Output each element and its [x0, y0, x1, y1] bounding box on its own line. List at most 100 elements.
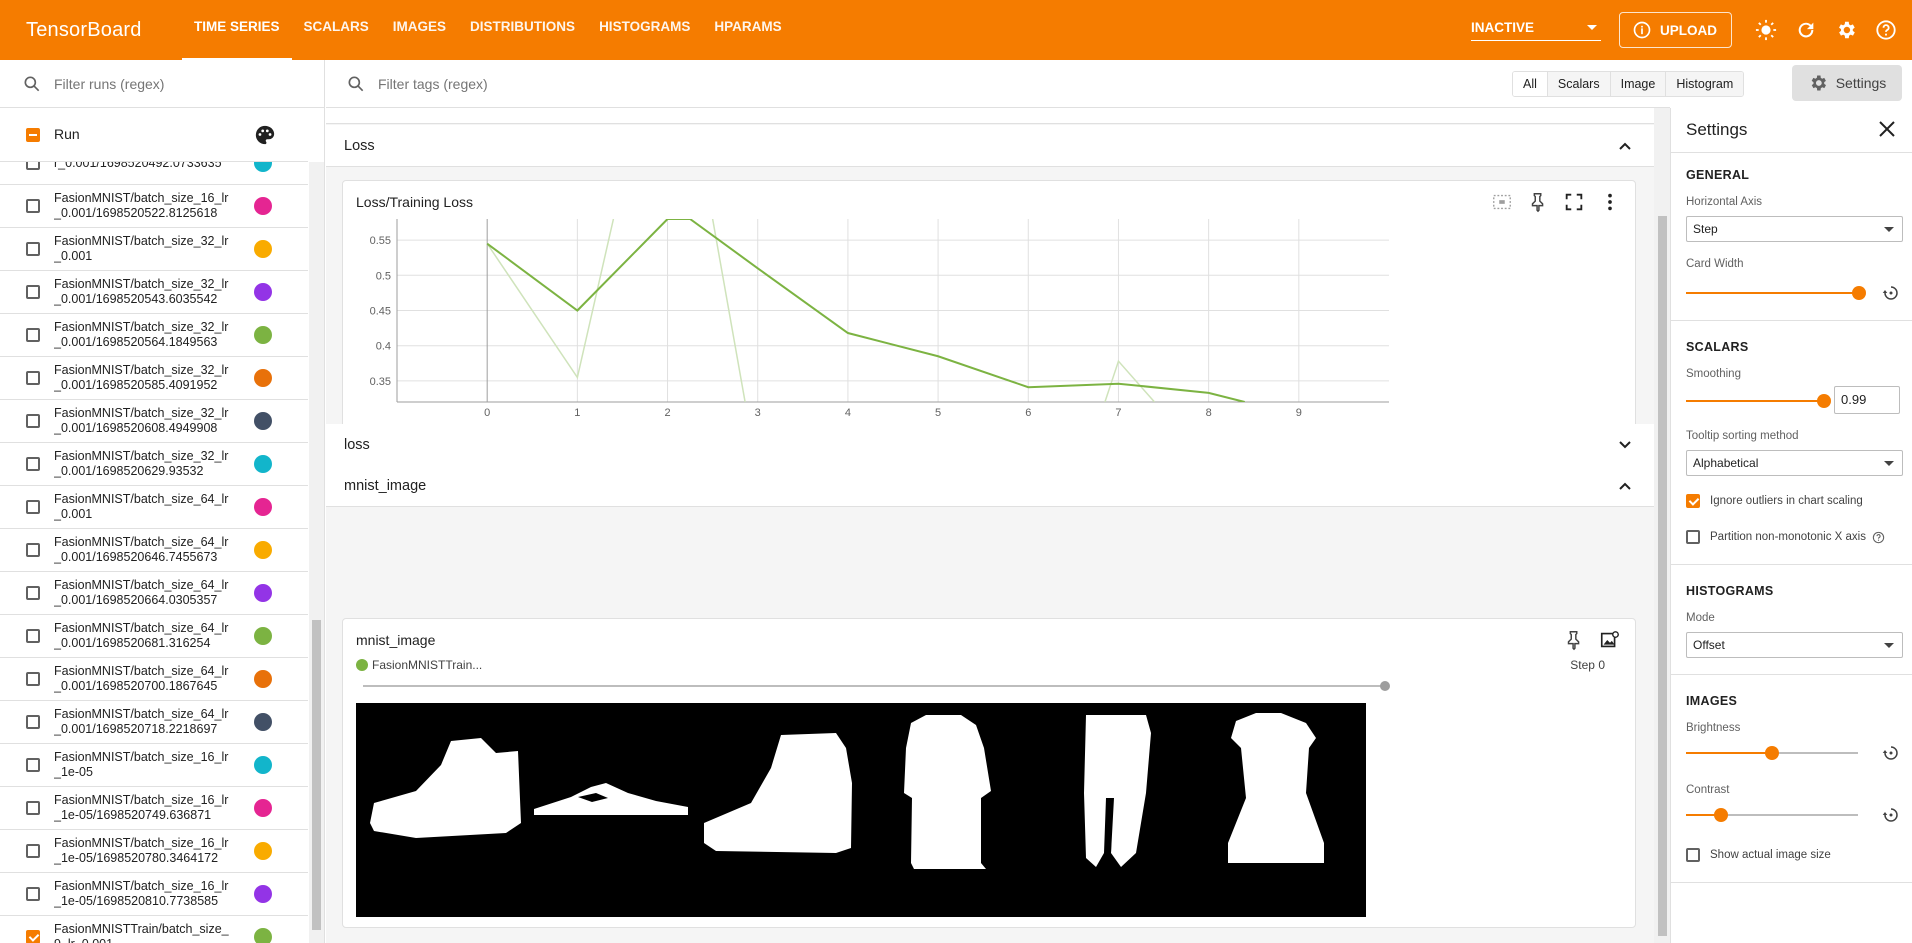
runs-filter[interactable]: Filter runs (regex)	[0, 60, 324, 108]
run-color-swatch[interactable]	[254, 283, 272, 301]
tab-images[interactable]: IMAGES	[381, 0, 458, 60]
slider-knob[interactable]	[1852, 286, 1866, 300]
run-color-swatch[interactable]	[254, 670, 272, 688]
filter-image-button[interactable]: Image	[1609, 72, 1666, 96]
group-header-loss[interactable]: Loss	[326, 125, 1654, 167]
run-row[interactable]: FasionMNIST/batch_size_32_lr_0.001/16985…	[0, 443, 308, 486]
filter-histogram-button[interactable]: Histogram	[1665, 72, 1744, 96]
run-checkbox[interactable]	[26, 672, 40, 686]
checkbox-box[interactable]	[1686, 494, 1700, 508]
run-color-swatch[interactable]	[254, 162, 272, 172]
main-scrollbar-thumb[interactable]	[1658, 216, 1667, 936]
ignore-outliers-checkbox[interactable]: Ignore outliers in chart scaling	[1686, 494, 1863, 508]
run-color-swatch[interactable]	[254, 369, 272, 387]
group-header-loss-lower[interactable]: loss	[326, 424, 1654, 466]
plugin-status-select[interactable]: INACTIVE	[1471, 20, 1601, 41]
run-row[interactable]: FasionMNIST/batch_size_32_lr_0.001/16985…	[0, 314, 308, 357]
close-icon[interactable]	[1878, 120, 1896, 138]
horizontal-axis-select[interactable]: Step	[1686, 216, 1903, 242]
run-color-swatch[interactable]	[254, 627, 272, 645]
run-row[interactable]: FasionMNIST/batch_size_16_lr_1e-05/16985…	[0, 787, 308, 830]
runs-scrollbar-thumb[interactable]	[312, 620, 321, 930]
run-color-swatch[interactable]	[254, 799, 272, 817]
loss-line-chart[interactable]: 0.35 0.4 0.45 0.5 0.55 0 1 2 3 4 5 6 7 8 9	[343, 219, 1637, 449]
run-row[interactable]: FasionMNIST/batch_size_16_lr_1e-05/16985…	[0, 830, 308, 873]
slider-knob[interactable]	[1714, 808, 1728, 822]
run-checkbox[interactable]	[26, 801, 40, 815]
run-color-swatch[interactable]	[254, 713, 272, 731]
run-row[interactable]: FasionMNIST/batch_size_64_lr_0.001/16985…	[0, 615, 308, 658]
run-color-swatch[interactable]	[254, 197, 272, 215]
fit-domain-icon[interactable]	[1491, 191, 1513, 213]
tags-filter-input[interactable]: Filter tags (regex)	[378, 76, 488, 92]
runs-scrollbar[interactable]	[309, 162, 324, 943]
pin-icon[interactable]	[1563, 629, 1585, 651]
run-row[interactable]: FasionMNIST/batch_size_16_lr_0.001/16985…	[0, 185, 308, 228]
run-color-swatch[interactable]	[254, 326, 272, 344]
run-color-swatch[interactable]	[254, 928, 272, 943]
run-row[interactable]: FasionMNIST/batch_size_64_lr_0.001/16985…	[0, 529, 308, 572]
tooltip-sort-select[interactable]: Alphabetical	[1686, 450, 1903, 476]
actual-size-checkbox[interactable]: Show actual image size	[1686, 848, 1831, 862]
checkbox-box[interactable]	[1686, 848, 1700, 862]
group-header-mnist[interactable]: mnist_image	[326, 465, 1654, 507]
settings-gear-button[interactable]	[1826, 10, 1866, 50]
smoothing-input[interactable]: 0.99	[1834, 386, 1900, 414]
run-color-swatch[interactable]	[254, 885, 272, 903]
run-row[interactable]: FasionMNIST/batch_size_64_lr_0.001	[0, 486, 308, 529]
run-checkbox[interactable]	[26, 543, 40, 557]
run-checkbox[interactable]	[26, 285, 40, 299]
tab-hparams[interactable]: HPARAMS	[702, 0, 793, 60]
run-checkbox[interactable]	[26, 930, 40, 943]
run-checkbox[interactable]	[26, 328, 40, 342]
tab-time-series[interactable]: TIME SERIES	[182, 0, 292, 60]
run-color-swatch[interactable]	[254, 498, 272, 516]
run-row[interactable]: r_0.001/1698520492.0733635	[0, 162, 308, 185]
contrast-slider[interactable]	[1686, 808, 1858, 822]
run-color-swatch[interactable]	[254, 756, 272, 774]
reset-icon[interactable]	[1882, 284, 1900, 302]
theme-toggle-button[interactable]	[1746, 10, 1786, 50]
run-color-swatch[interactable]	[254, 455, 272, 473]
run-checkbox[interactable]	[26, 887, 40, 901]
histogram-mode-select[interactable]: Offset	[1686, 632, 1903, 658]
smoothing-slider[interactable]	[1686, 394, 1831, 408]
runs-filter-input[interactable]: Filter runs (regex)	[54, 76, 164, 92]
run-checkbox[interactable]	[26, 500, 40, 514]
reset-icon[interactable]	[1882, 806, 1900, 824]
settings-toggle-button[interactable]: Settings	[1792, 65, 1902, 101]
run-color-swatch[interactable]	[254, 584, 272, 602]
slider-knob[interactable]	[1817, 394, 1831, 408]
run-color-swatch[interactable]	[254, 842, 272, 860]
reset-icon[interactable]	[1882, 744, 1900, 762]
run-checkbox[interactable]	[26, 199, 40, 213]
run-row[interactable]: FasionMNIST/batch_size_64_lr_0.001/16985…	[0, 701, 308, 744]
run-row[interactable]: FasionMNIST/batch_size_32_lr_0.001/16985…	[0, 271, 308, 314]
filter-scalars-button[interactable]: Scalars	[1546, 72, 1610, 96]
pin-icon[interactable]	[1527, 191, 1549, 213]
tab-scalars[interactable]: SCALARS	[292, 0, 381, 60]
run-checkbox[interactable]	[26, 414, 40, 428]
main-scrollbar[interactable]	[1654, 108, 1670, 943]
palette-icon[interactable]	[254, 124, 276, 146]
run-checkbox[interactable]	[26, 844, 40, 858]
run-row[interactable]: FasionMNIST/batch_size_64_lr_0.001/16985…	[0, 572, 308, 615]
fullscreen-icon[interactable]	[1563, 191, 1585, 213]
run-row[interactable]: FasionMNIST/batch_size_16_lr_1e-05	[0, 744, 308, 787]
brightness-slider[interactable]	[1686, 746, 1858, 760]
run-checkbox[interactable]	[26, 758, 40, 772]
run-color-swatch[interactable]	[254, 240, 272, 258]
mnist-image-grid[interactable]	[356, 703, 1366, 917]
step-slider[interactable]	[363, 681, 1390, 691]
help-icon[interactable]	[1872, 531, 1885, 544]
select-all-checkbox[interactable]	[26, 127, 40, 142]
filter-all-button[interactable]: All	[1513, 72, 1547, 96]
run-row[interactable]: FasionMNIST/batch_size_64_lr_0.001/16985…	[0, 658, 308, 701]
run-checkbox[interactable]	[26, 371, 40, 385]
run-checkbox[interactable]	[26, 629, 40, 643]
run-row[interactable]: FasionMNIST/batch_size_32_lr_0.001/16985…	[0, 357, 308, 400]
step-slider-knob[interactable]	[1380, 681, 1390, 691]
help-button[interactable]	[1866, 10, 1906, 50]
run-color-swatch[interactable]	[254, 412, 272, 430]
tab-histograms[interactable]: HISTOGRAMS	[587, 0, 702, 60]
